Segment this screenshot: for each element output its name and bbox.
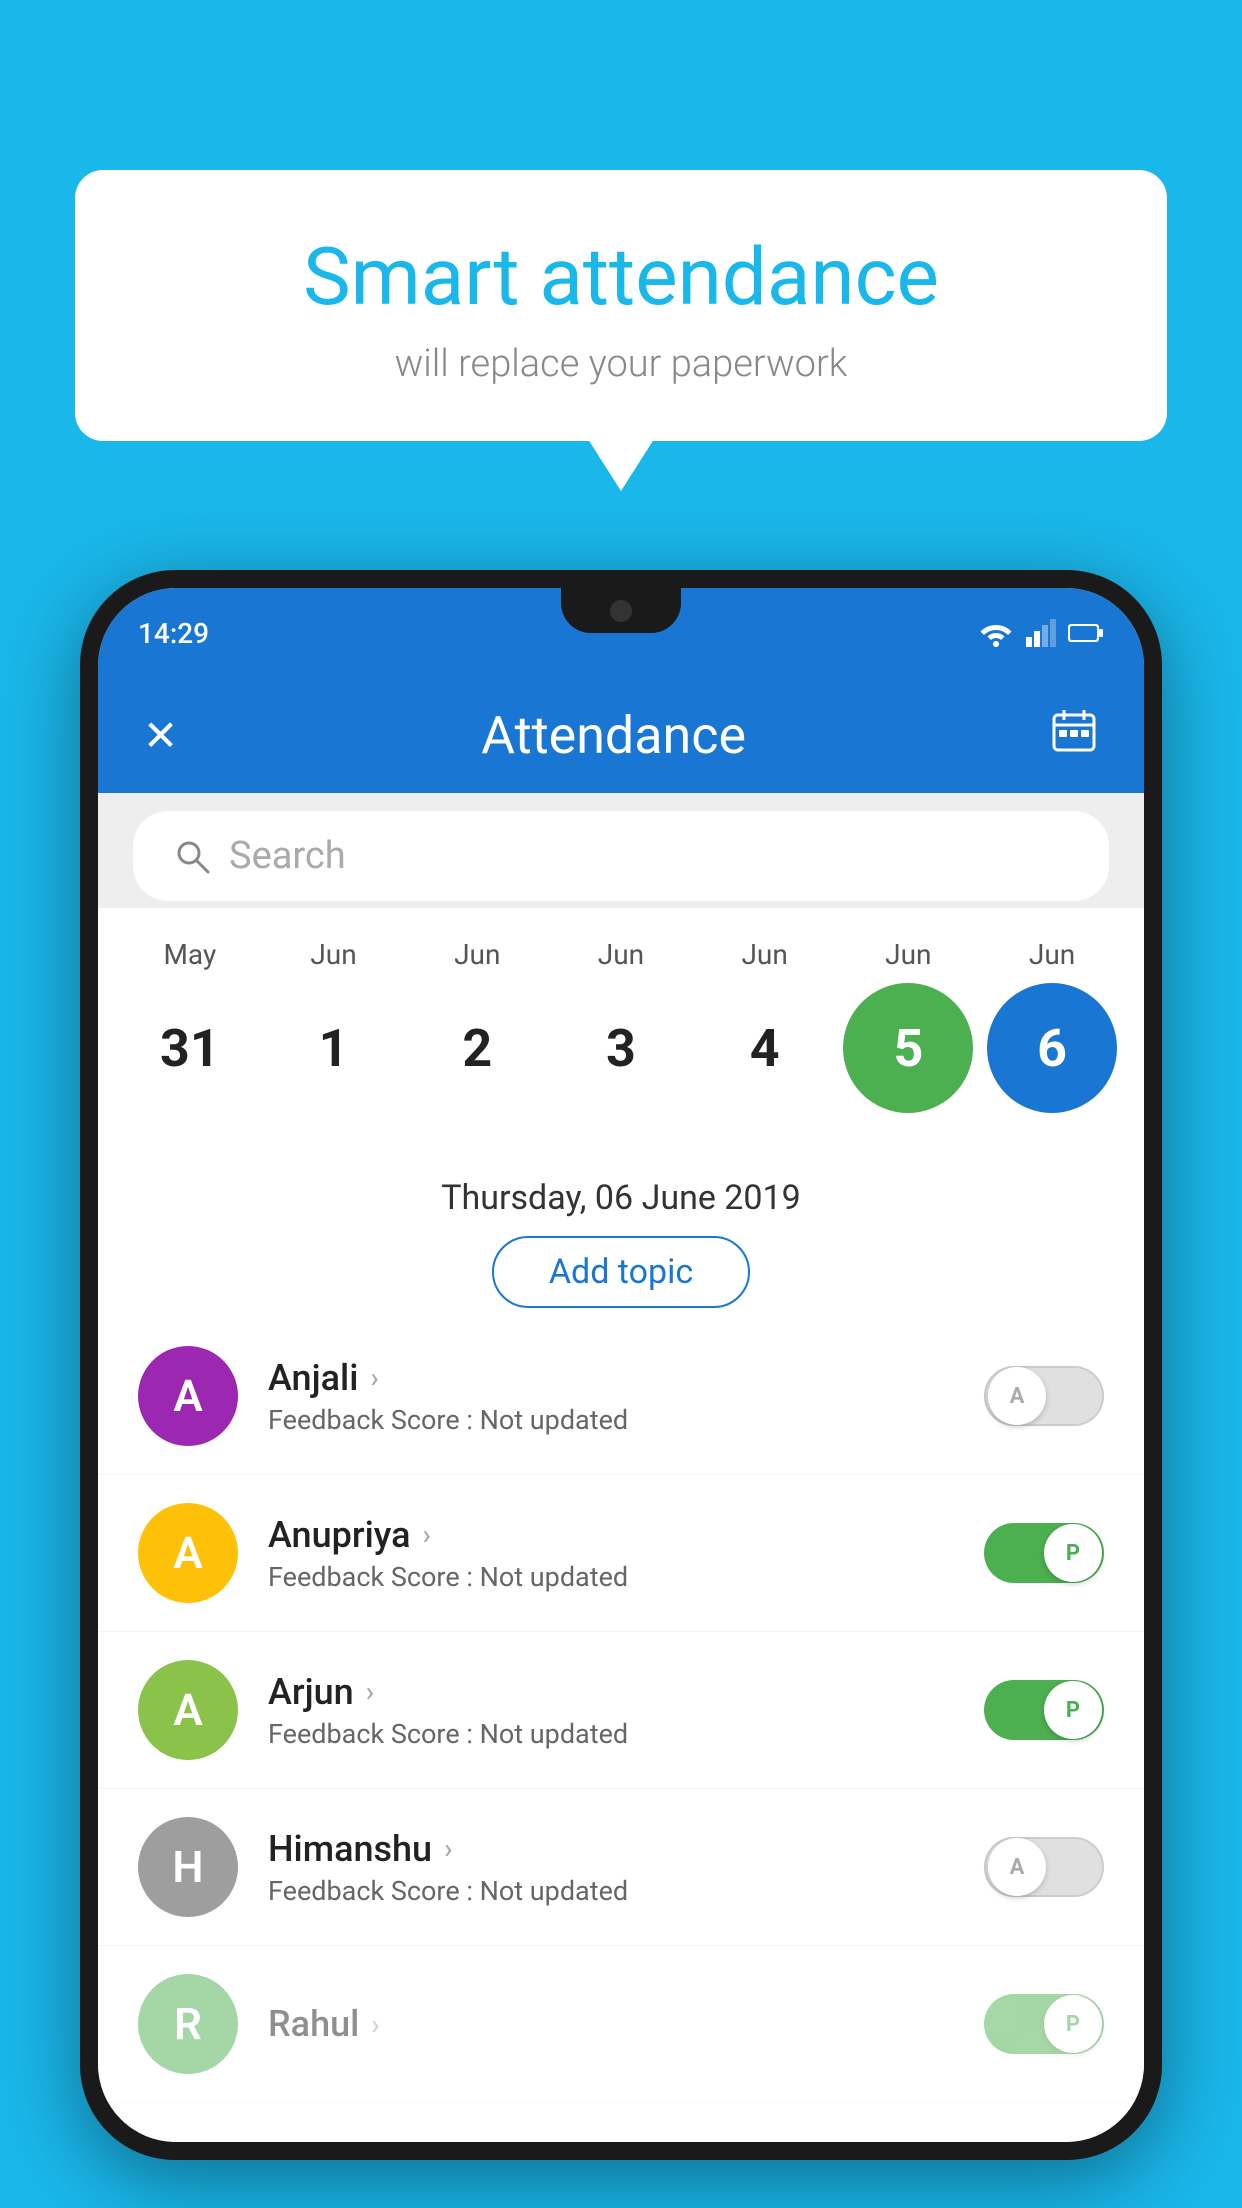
chevron-icon-extra: › bbox=[371, 2008, 379, 2041]
student-name-arjun: Arjun › bbox=[268, 1671, 954, 1713]
speech-bubble: Smart attendance will replace your paper… bbox=[75, 170, 1167, 441]
month-6: Jun bbox=[987, 938, 1117, 971]
calendar-icon[interactable] bbox=[1049, 705, 1099, 766]
avatar-arjun: A bbox=[138, 1660, 238, 1760]
student-item-anupriya[interactable]: A Anupriya › Feedback Score : Not update… bbox=[98, 1475, 1144, 1632]
calendar-strip: May Jun Jun Jun Jun Jun Jun 31 1 2 3 4 5… bbox=[98, 908, 1144, 1133]
student-feedback-arjun: Feedback Score : Not updated bbox=[268, 1718, 954, 1750]
toggle-knob-anupriya: P bbox=[1044, 1524, 1102, 1582]
student-info-anupriya: Anupriya › Feedback Score : Not updated bbox=[268, 1514, 954, 1593]
calendar-dates: 31 1 2 3 4 5 6 bbox=[118, 983, 1124, 1113]
search-placeholder: Search bbox=[229, 834, 346, 878]
selected-date: Thursday, 06 June 2019 bbox=[128, 1178, 1114, 1218]
month-0: May bbox=[125, 938, 255, 971]
avatar-anjali: A bbox=[138, 1346, 238, 1446]
cal-date-4[interactable]: 4 bbox=[700, 983, 830, 1113]
cal-date-3[interactable]: 3 bbox=[556, 983, 686, 1113]
search-bar[interactable]: Search bbox=[133, 811, 1109, 901]
cal-date-2[interactable]: 2 bbox=[412, 983, 542, 1113]
bubble-subtitle: will replace your paperwork bbox=[125, 342, 1117, 386]
student-name-extra: Rahul › bbox=[268, 2003, 954, 2045]
student-feedback-anjali: Feedback Score : Not updated bbox=[268, 1404, 954, 1436]
add-topic-button[interactable]: Add topic bbox=[492, 1236, 750, 1308]
battery-icon bbox=[1068, 622, 1104, 644]
notch-cutout bbox=[561, 588, 681, 633]
month-1: Jun bbox=[269, 938, 399, 971]
status-time: 14:29 bbox=[138, 617, 209, 650]
phone-screen: 14:29 bbox=[98, 588, 1144, 2142]
student-item-himanshu[interactable]: H Himanshu › Feedback Score : Not update… bbox=[98, 1789, 1144, 1946]
month-4: Jun bbox=[700, 938, 830, 971]
student-info-himanshu: Himanshu › Feedback Score : Not updated bbox=[268, 1828, 954, 1907]
toggle-arjun[interactable]: P bbox=[984, 1680, 1104, 1740]
close-button[interactable]: ✕ bbox=[143, 711, 178, 761]
student-feedback-himanshu: Feedback Score : Not updated bbox=[268, 1875, 954, 1907]
student-info-arjun: Arjun › Feedback Score : Not updated bbox=[268, 1671, 954, 1750]
avatar-extra: R bbox=[138, 1974, 238, 2074]
header-title: Attendance bbox=[481, 705, 746, 766]
toggle-knob-anjali: A bbox=[988, 1367, 1046, 1425]
chevron-icon-anjali: › bbox=[370, 1361, 378, 1394]
student-name-himanshu: Himanshu › bbox=[268, 1828, 954, 1870]
student-list: A Anjali › Feedback Score : Not updated … bbox=[98, 1318, 1144, 2142]
cal-date-1[interactable]: 1 bbox=[269, 983, 399, 1113]
student-info-extra: Rahul › bbox=[268, 2003, 954, 2045]
toggle-knob-extra: P bbox=[1044, 1995, 1102, 2053]
signal-icon bbox=[1026, 619, 1056, 647]
student-info-anjali: Anjali › Feedback Score : Not updated bbox=[268, 1357, 954, 1436]
month-2: Jun bbox=[412, 938, 542, 971]
student-item-arjun[interactable]: A Arjun › Feedback Score : Not updated P bbox=[98, 1632, 1144, 1789]
app-header: ✕ Attendance bbox=[98, 678, 1144, 793]
cal-date-6[interactable]: 6 bbox=[987, 983, 1117, 1113]
phone-outer: 14:29 bbox=[80, 570, 1162, 2160]
chevron-icon-arjun: › bbox=[366, 1675, 374, 1708]
phone-wrapper: 14:29 bbox=[80, 570, 1162, 2208]
cal-date-31[interactable]: 31 bbox=[125, 983, 255, 1113]
toggle-knob-arjun: P bbox=[1044, 1681, 1102, 1739]
student-item-extra[interactable]: R Rahul › P bbox=[98, 1946, 1144, 2103]
search-icon bbox=[173, 837, 211, 875]
cal-date-5[interactable]: 5 bbox=[843, 983, 973, 1113]
toggle-himanshu[interactable]: A bbox=[984, 1837, 1104, 1897]
status-bar: 14:29 bbox=[98, 588, 1144, 678]
wifi-icon bbox=[978, 619, 1014, 647]
status-icons bbox=[978, 619, 1104, 647]
month-3: Jun bbox=[556, 938, 686, 971]
student-feedback-anupriya: Feedback Score : Not updated bbox=[268, 1561, 954, 1593]
bubble-title: Smart attendance bbox=[125, 230, 1117, 324]
toggle-anjali[interactable]: A bbox=[984, 1366, 1104, 1426]
chevron-icon-anupriya: › bbox=[423, 1518, 431, 1551]
avatar-anupriya: A bbox=[138, 1503, 238, 1603]
toggle-anupriya[interactable]: P bbox=[984, 1523, 1104, 1583]
search-container: Search bbox=[98, 793, 1144, 919]
student-name-anupriya: Anupriya › bbox=[268, 1514, 954, 1556]
calendar-months: May Jun Jun Jun Jun Jun Jun bbox=[118, 938, 1124, 971]
student-name-anjali: Anjali › bbox=[268, 1357, 954, 1399]
avatar-himanshu: H bbox=[138, 1817, 238, 1917]
toggle-extra[interactable]: P bbox=[984, 1994, 1104, 2054]
toggle-knob-himanshu: A bbox=[988, 1838, 1046, 1896]
student-item-anjali[interactable]: A Anjali › Feedback Score : Not updated … bbox=[98, 1318, 1144, 1475]
month-5: Jun bbox=[843, 938, 973, 971]
chevron-icon-himanshu: › bbox=[444, 1832, 452, 1865]
camera-dot bbox=[610, 600, 632, 622]
